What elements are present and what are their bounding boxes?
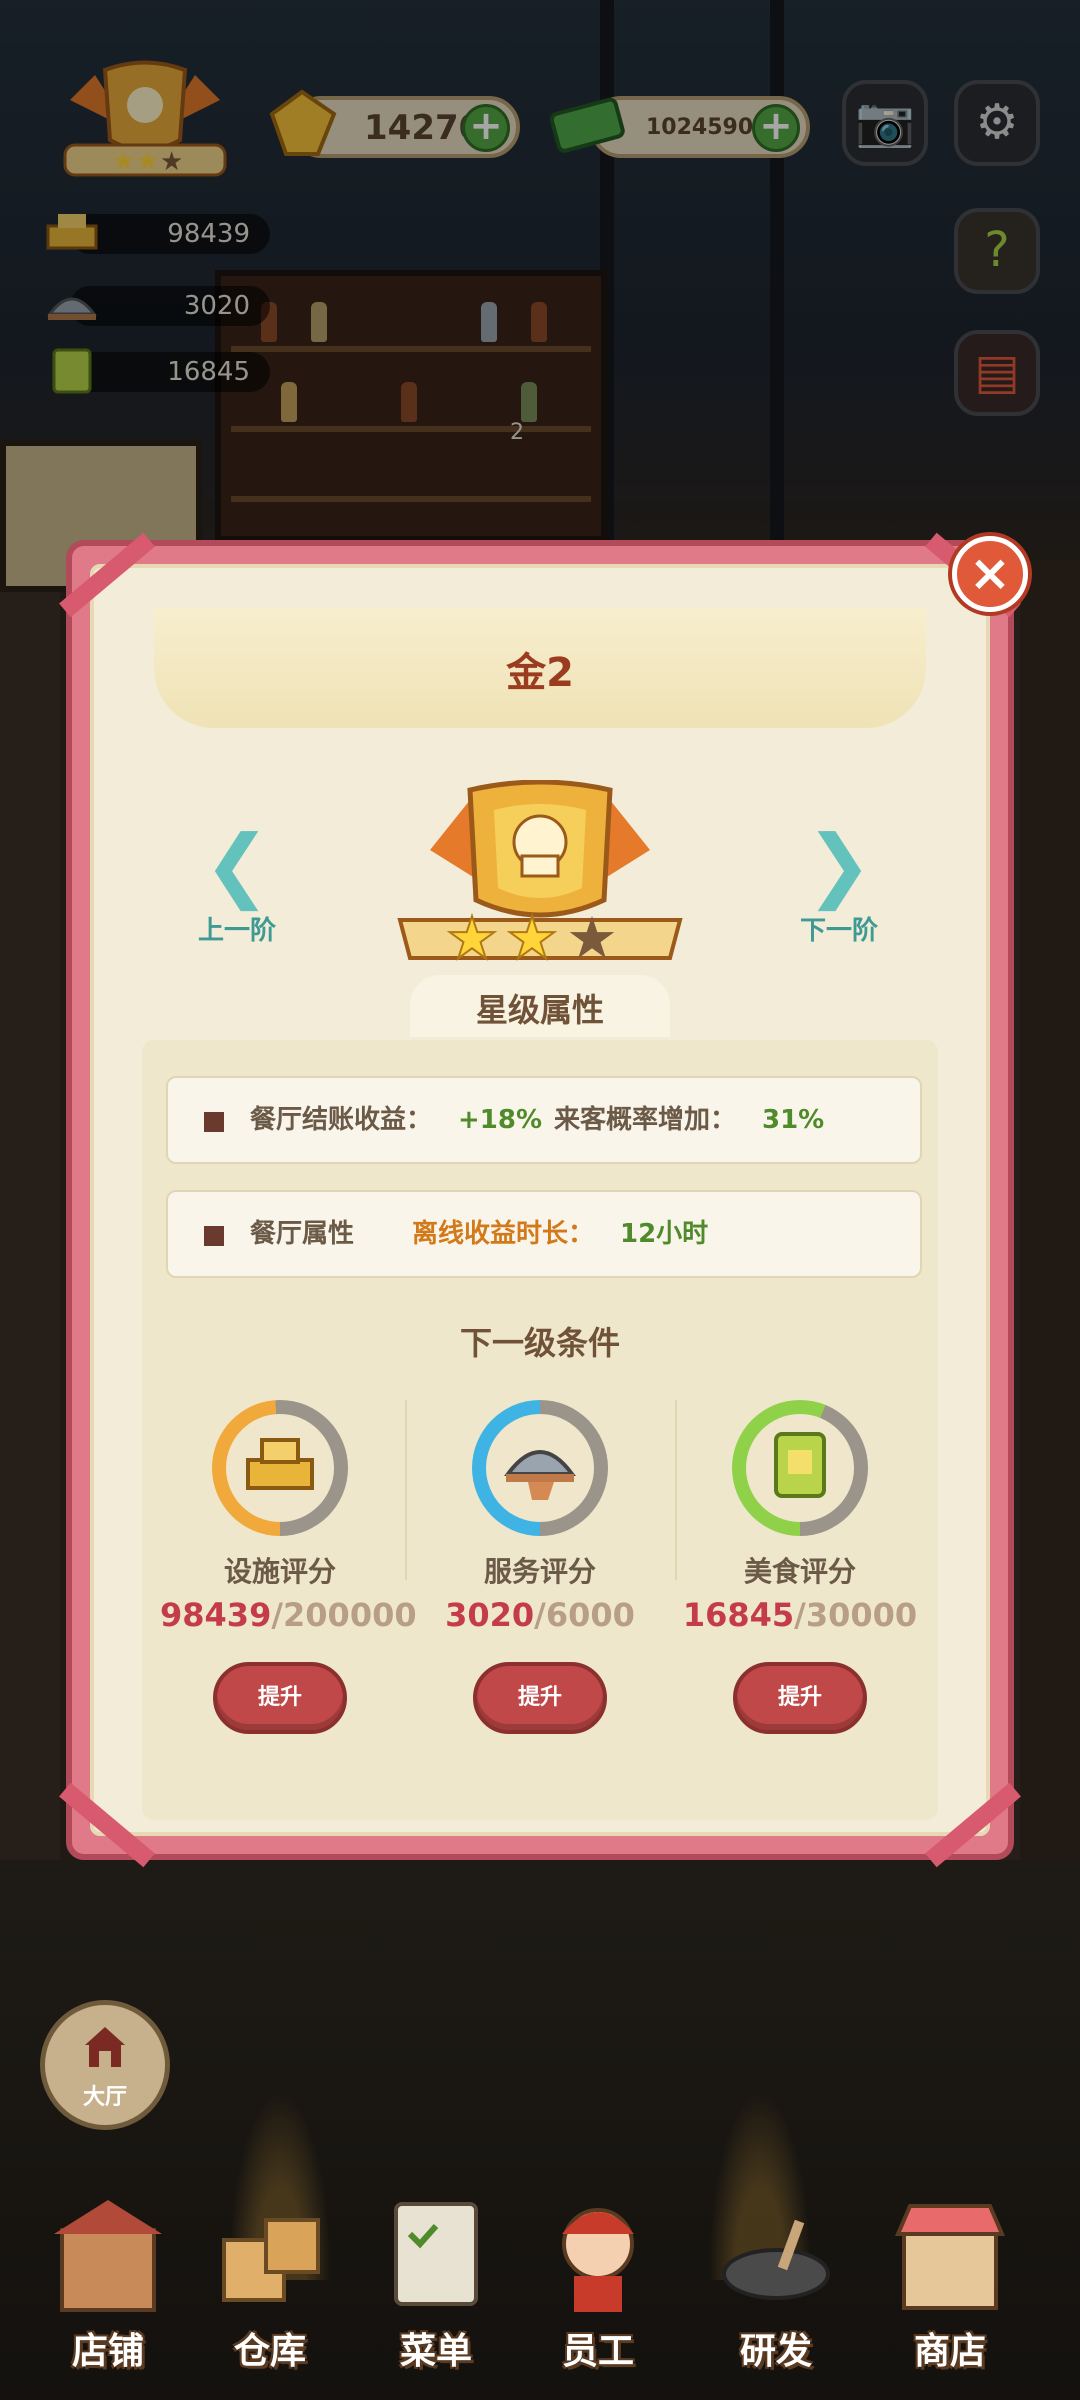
service-icon [504,1450,576,1500]
hall-house-icon [85,2027,125,2067]
requirement-food: 美食评分 16845/30000 提升 [680,1400,920,1734]
offline-income-label: 离线收益时长： [412,1219,595,1249]
upgrade-facility-button[interactable]: 提升 [213,1662,347,1734]
bullet-square [204,1226,224,1246]
visitor-rate-label: 来客概率增加： [554,1105,737,1135]
food-book-icon [774,1432,826,1498]
tab-label: 店铺 [71,2331,144,2372]
tab-label: 研发 [739,2331,812,2372]
store-front-icon [894,2204,1006,2310]
facility-icon [246,1438,314,1490]
restaurant-attribute-label: 餐厅属性 [250,1219,355,1249]
tab-label: 菜单 [399,2331,472,2372]
offline-income-value: 12小时 [620,1219,709,1249]
service-progress-ring [472,1400,608,1536]
chevron-left-icon: ❮ [203,818,271,911]
staff-avatar-icon [562,2208,634,2312]
facility-progress-ring [212,1400,348,1536]
checkout-income-value: +18% [458,1105,543,1135]
facility-score-label: 设施评分 [223,1555,336,1588]
chevron-right-icon: ❯ [805,818,873,911]
bullet-square [204,1112,224,1132]
warehouse-boxes-icon [222,2218,320,2302]
next-rank-button[interactable]: ❯ 下一阶 [774,820,904,947]
close-icon: × [969,544,1011,602]
filled-star: ★ [446,904,498,970]
previous-rank-label: 上一阶 [197,916,276,946]
food-progress-ring [732,1400,868,1536]
tab-staff[interactable]: 员工 [518,2190,678,2390]
tab-label: 员工 [561,2331,634,2372]
requirement-facility: 设施评分 98439/200000 提升 [160,1400,417,1734]
visitor-rate-value: 31% [762,1105,825,1135]
upgrade-service-button[interactable]: 提升 [473,1662,607,1734]
hall-button[interactable]: 大厅 [40,2000,170,2130]
close-button[interactable]: × [952,536,1028,612]
star-attributes-title: 星级属性 [475,991,604,1029]
menu-clipboard-icon [394,2202,478,2306]
empty-star: ★ [566,904,618,970]
tab-store[interactable]: 商店 [870,2190,1030,2390]
attribute-row: 餐厅属性 离线收益时长： 12小时 [166,1190,922,1278]
food-score-label: 美食评分 [743,1555,856,1588]
requirement-service: 服务评分 3020/6000 提升 [420,1400,660,1734]
tab-warehouse[interactable]: 仓库 [190,2190,350,2390]
tab-menu[interactable]: 菜单 [356,2190,516,2390]
filled-star: ★ [506,904,558,970]
service-score-progress: 3020/6000 [445,1596,635,1634]
service-score-label: 服务评分 [483,1555,596,1588]
rank-title: 金2 [506,650,574,696]
tab-shop-building[interactable]: 店铺 [28,2190,188,2390]
next-level-conditions-title: 下一级条件 [459,1324,620,1362]
attribute-row: 餐厅结账收益： +18% 来客概率增加： 31% [166,1076,922,1164]
checkout-income-label: 餐厅结账收益： [250,1105,433,1135]
shop-building-icon [54,2200,162,2312]
food-score-progress: 16845/30000 [682,1596,918,1634]
divider [675,1400,677,1580]
upgrade-food-button[interactable]: 提升 [733,1662,867,1734]
facility-score-progress: 98439/200000 [160,1596,417,1634]
research-wok-icon [722,2219,830,2300]
hall-label: 大厅 [82,2085,127,2110]
divider [405,1400,407,1580]
tab-research[interactable]: 研发 [696,2190,856,2390]
previous-rank-button[interactable]: ❮ 上一阶 [172,820,302,947]
tab-label: 商店 [913,2331,986,2372]
gold-rank-badge: ★ ★ ★ [390,779,690,973]
tab-label: 仓库 [233,2331,306,2372]
next-rank-label: 下一阶 [799,916,878,946]
